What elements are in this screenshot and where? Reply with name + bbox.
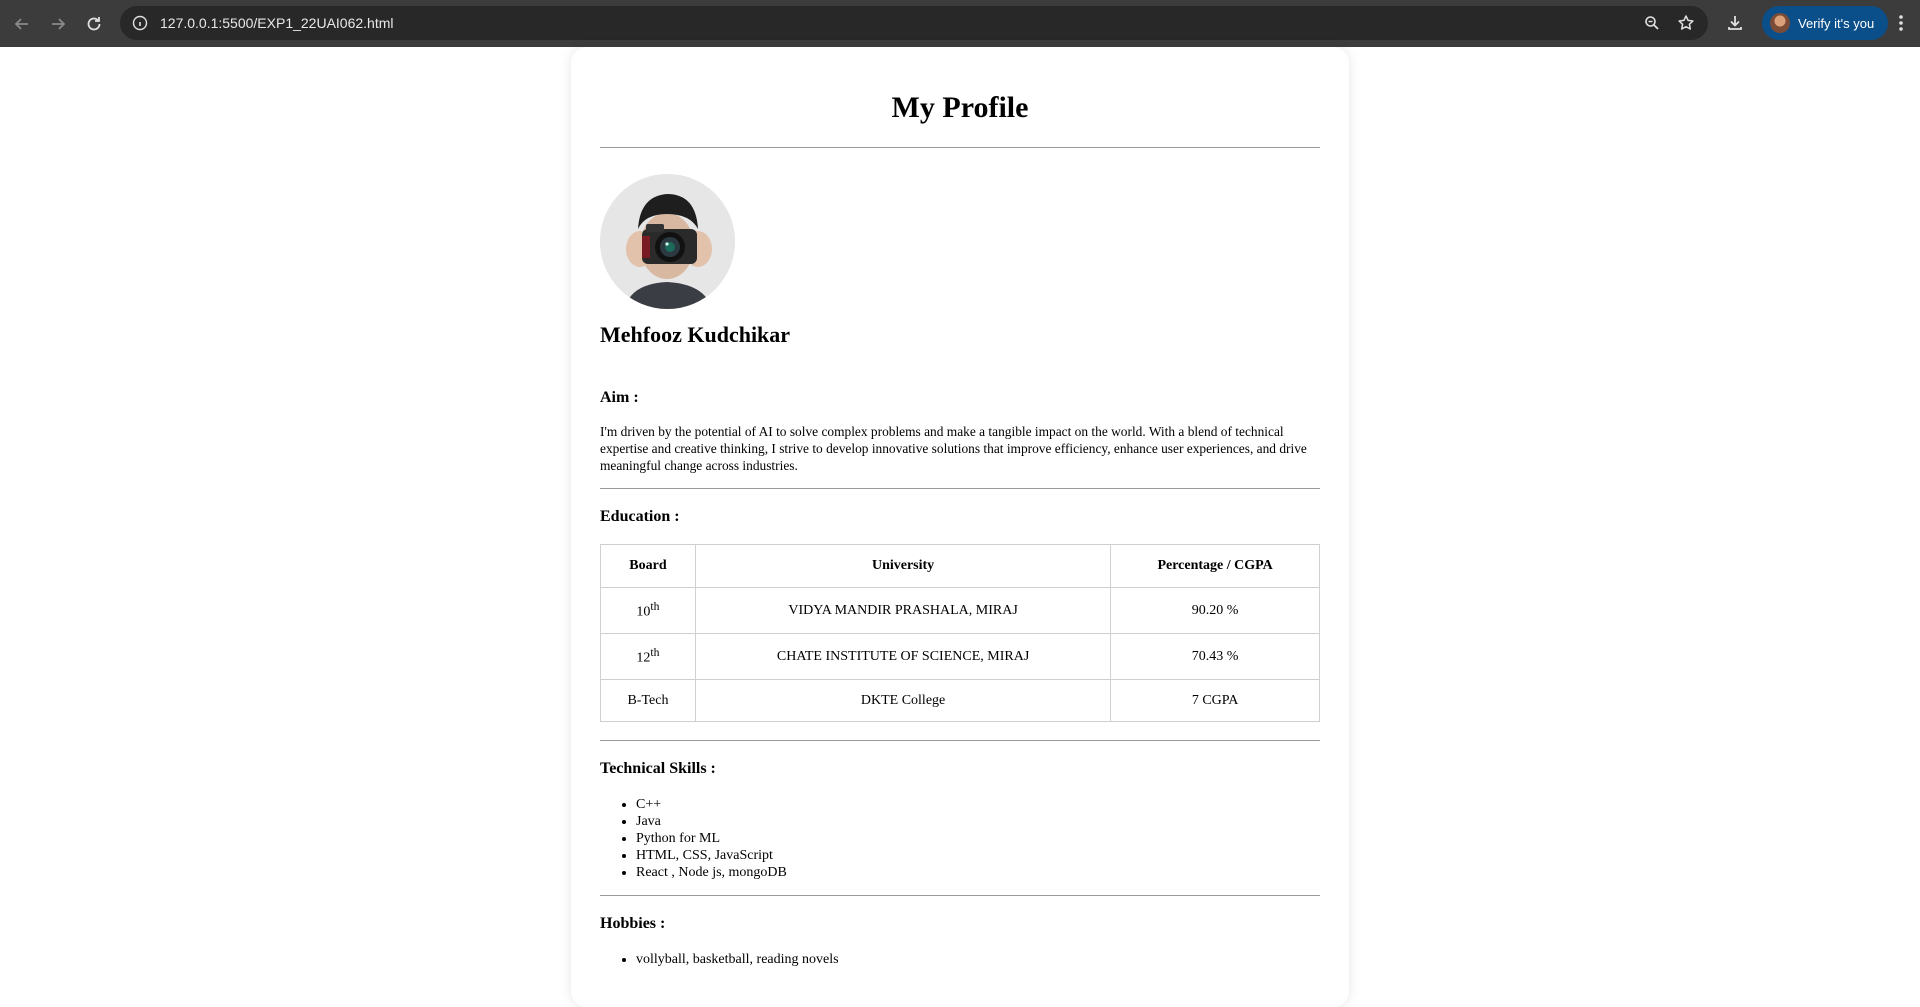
bookmark-star-icon[interactable] (1674, 11, 1698, 35)
table-row: 12th CHATE INSTITUTE OF SCIENCE, MIRAJ 7… (600, 633, 1320, 680)
university-cell: DKTE College (694, 679, 1112, 722)
university-cell: VIDYA MANDIR PRASHALA, MIRAJ (694, 587, 1112, 634)
site-info-icon[interactable] (129, 12, 151, 34)
menu-dots-icon[interactable] (1888, 10, 1914, 36)
skills-list: C++ Java Python for ML HTML, CSS, JavaSc… (600, 796, 787, 881)
download-icon[interactable] (1718, 6, 1752, 40)
verify-profile-button[interactable]: Verify it's you (1762, 6, 1889, 40)
board-superscript: th (650, 646, 660, 660)
list-item: Java (636, 813, 787, 830)
table-header-row: Board University Percentage / CGPA (600, 544, 1320, 588)
divider (600, 740, 1320, 741)
url-text[interactable]: 127.0.0.1:5500/EXP1_22UAI062.html (160, 15, 394, 31)
column-header-university: University (694, 544, 1112, 588)
board-value: 12 (636, 650, 651, 666)
score-cell: 90.20 % (1110, 587, 1320, 634)
board-superscript: th (650, 600, 660, 614)
back-icon[interactable] (5, 7, 39, 41)
address-bar[interactable]: 127.0.0.1:5500/EXP1_22UAI062.html (120, 6, 1708, 40)
skills-heading: Technical Skills : (600, 760, 716, 777)
list-item: Python for ML (636, 830, 787, 847)
divider (600, 895, 1320, 896)
zoom-icon[interactable] (1640, 11, 1664, 35)
divider (600, 147, 1320, 148)
board-cell: 12th (600, 633, 696, 680)
profile-card: My Profile Mehfooz Kudchikar Aim: I'm d… (571, 47, 1349, 1007)
browser-toolbar: 127.0.0.1:5500/EXP1_22UAI062.html Verify… (0, 0, 1920, 47)
education-heading: Education : (600, 508, 680, 525)
divider (600, 488, 1320, 489)
board-value: 10 (636, 604, 651, 620)
forward-icon[interactable] (41, 7, 75, 41)
hobbies-heading: Hobbies : (600, 915, 666, 932)
profile-name: Mehfooz Kudchikar (600, 322, 791, 347)
verify-label: Verify it's you (1798, 15, 1875, 31)
list-item: HTML, CSS, JavaScript (636, 847, 787, 864)
avatar (1770, 13, 1790, 33)
table-row: B-Tech DKTE College 7 CGPA (600, 679, 1320, 722)
list-item: C++ (636, 796, 787, 813)
aim-text: I'm driven by the potential of AI to sol… (600, 424, 1307, 473)
list-item: React , Node js, mongoDB (636, 864, 787, 881)
column-header-score: Percentage / CGPA (1110, 544, 1320, 588)
university-cell: CHATE INSTITUTE OF SCIENCE, MIRAJ (694, 633, 1112, 680)
table-row: 10th VIDYA MANDIR PRASHALA, MIRAJ 90.20 … (600, 587, 1320, 634)
page-title: My Profile (891, 91, 1029, 124)
list-item: vollyball, basketball, reading novels (636, 951, 839, 968)
profile-photo (600, 174, 735, 309)
aim-heading: Aim : (600, 389, 639, 406)
hobbies-list: vollyball, basketball, reading novels (600, 951, 839, 968)
board-cell: 10th (600, 587, 696, 634)
score-cell: 70.43 % (1110, 633, 1320, 680)
column-header-board: Board (600, 544, 696, 588)
reload-icon[interactable] (77, 7, 111, 41)
score-cell: 7 CGPA (1110, 679, 1320, 722)
board-cell: B-Tech (600, 679, 696, 722)
education-table: Board University Percentage / CGPA 10th … (600, 544, 1320, 722)
